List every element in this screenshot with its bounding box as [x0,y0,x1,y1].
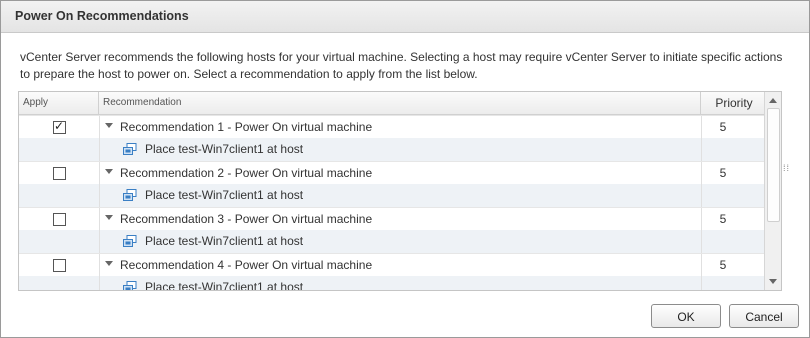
virtual-machine-icon [123,235,137,247]
column-divider [99,116,100,139]
dialog-title: Power On Recommendations [1,1,809,33]
recommendation-action-row[interactable]: Place test-Win7client1 at host [19,138,781,161]
recommendation-row[interactable]: Recommendation 3 - Power On virtual mach… [19,207,781,231]
action-label: Place test-Win7client1 at host [145,280,304,291]
recommendations-grid: Apply Recommendation Priority ✓ Recommend… [18,91,782,291]
virtual-machine-icon [123,281,137,290]
grid-header: Apply Recommendation Priority [19,92,781,115]
column-divider [701,276,702,290]
expand-caret-icon[interactable] [105,261,113,266]
recommendation-row[interactable]: Recommendation 2 - Power On virtual mach… [19,161,781,185]
column-header-recommendation[interactable]: Recommendation [99,92,701,114]
power-on-recommendations-dialog: Power On Recommendations vCenter Server … [0,0,810,338]
apply-checkbox[interactable]: ✓ [53,119,66,134]
priority-value: 5 [719,120,727,134]
virtual-machine-icon [123,143,137,155]
apply-checkbox[interactable] [53,167,66,180]
column-divider [99,208,100,231]
scroll-up-arrow-icon[interactable] [769,98,777,103]
column-divider [99,184,100,207]
expand-caret-icon[interactable] [105,169,113,174]
dialog-footer: OK Cancel [1,295,809,337]
apply-checkbox[interactable] [53,213,66,226]
action-label: Place test-Win7client1 at host [145,188,304,202]
recommendation-label: Recommendation 1 - Power On virtual mach… [120,120,373,134]
recommendation-row[interactable]: ✓ Recommendation 1 - Power On virtual mac… [19,115,781,139]
scrollbar-thumb[interactable] [767,108,780,222]
column-header-apply[interactable]: Apply [19,92,99,114]
grid-rows: ✓ Recommendation 1 - Power On virtual mac… [19,115,781,291]
action-label: Place test-Win7client1 at host [145,142,304,156]
vertical-scrollbar[interactable] [764,92,781,290]
column-divider [701,230,702,253]
column-divider [99,138,100,161]
recommendation-label: Recommendation 3 - Power On virtual mach… [120,212,373,226]
recommendation-action-row[interactable]: Place test-Win7client1 at host [19,230,781,253]
column-header-priority[interactable]: Priority [701,92,763,114]
checkmark-icon: ✓ [54,119,65,133]
recommendation-row[interactable]: Recommendation 4 - Power On virtual mach… [19,253,781,277]
apply-checkbox[interactable] [53,259,66,272]
recommendation-label: Recommendation 2 - Power On virtual mach… [120,166,373,180]
recommendation-action-row[interactable]: Place test-Win7client1 at host [19,276,781,291]
expand-caret-icon[interactable] [105,215,113,220]
column-divider [99,162,100,185]
resize-grip-icon[interactable]: ⁞⁞ [783,164,790,173]
expand-caret-icon[interactable] [105,123,113,128]
priority-value: 5 [719,258,727,272]
ok-button[interactable]: OK [651,304,721,328]
column-divider [701,138,702,161]
virtual-machine-icon [123,189,137,201]
column-divider [99,254,100,277]
action-label: Place test-Win7client1 at host [145,234,304,248]
recommendation-label: Recommendation 4 - Power On virtual mach… [120,258,373,272]
cancel-button[interactable]: Cancel [729,304,799,328]
scroll-down-arrow-icon[interactable] [769,279,777,284]
column-divider [99,230,100,253]
column-divider [701,184,702,207]
dialog-description: vCenter Server recommends the following … [20,50,783,81]
priority-value: 5 [719,212,727,226]
priority-value: 5 [719,166,727,180]
recommendation-action-row[interactable]: Place test-Win7client1 at host [19,184,781,207]
column-divider [99,276,100,290]
